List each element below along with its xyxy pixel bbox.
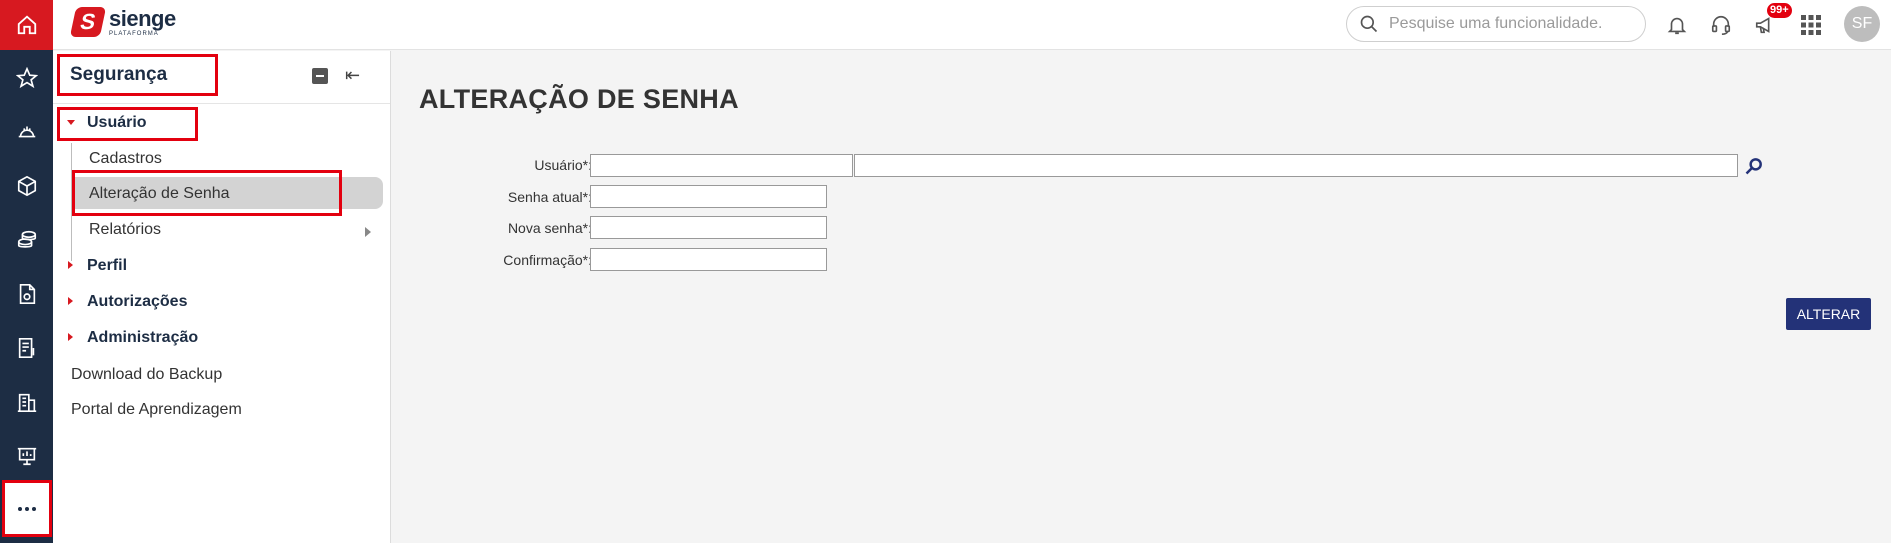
commercial-button[interactable]: [0, 328, 53, 368]
favorites-button[interactable]: [0, 58, 53, 98]
apps-button[interactable]: [1797, 11, 1825, 39]
senha-atual-input[interactable]: [590, 185, 827, 208]
top-bar: S sienge PLATAFORMA 99+ SF: [53, 0, 1891, 50]
page-title: ALTERAÇÃO DE SENHA: [419, 84, 739, 114]
sienge-logo[interactable]: S sienge PLATAFORMA: [69, 5, 176, 37]
building-icon: [17, 393, 36, 412]
menu-item-relatorios[interactable]: Relatórios: [89, 221, 161, 239]
menu-item-alteracao-de-senha[interactable]: Alteração de Senha: [89, 185, 230, 203]
star-icon: [15, 67, 38, 89]
menu-item-download-backup[interactable]: Download do Backup: [71, 366, 222, 384]
menu-item-administracao[interactable]: Administração: [87, 329, 198, 347]
usuario-name-input[interactable]: [854, 154, 1738, 177]
search-icon: [1360, 15, 1378, 33]
engineering-button[interactable]: [0, 112, 53, 152]
menu-item-usuario[interactable]: Usuário: [87, 114, 147, 132]
caret-right-icon: [68, 333, 73, 341]
submenu-arrow-icon: [365, 227, 371, 237]
nova-senha-input[interactable]: [590, 216, 827, 239]
usuario-label: Usuário*:: [534, 157, 592, 173]
invoice-icon: [18, 338, 34, 358]
caret-right-icon: [68, 297, 73, 305]
alterar-button[interactable]: ALTERAR: [1786, 298, 1871, 330]
magnifier-icon: [1745, 158, 1762, 175]
confirmacao-label: Confirmação*:: [503, 252, 592, 268]
notification-badge: 99+: [1767, 3, 1792, 18]
side-menu: Segurança ⇤ Usuário Cadastros Alteração …: [53, 51, 391, 543]
logo-subtitle: PLATAFORMA: [109, 30, 159, 37]
menu-divider: [53, 103, 390, 104]
collapse-all-button[interactable]: [312, 68, 328, 84]
presentation-button[interactable]: [0, 436, 53, 476]
headset-icon: [1711, 15, 1731, 35]
hide-menu-button[interactable]: ⇤: [345, 65, 360, 86]
menu-title: Segurança: [57, 54, 218, 96]
home-button[interactable]: [0, 0, 53, 50]
search-input[interactable]: [1389, 15, 1629, 33]
menu-item-cadastros[interactable]: Cadastros: [89, 150, 162, 168]
logo-name: sienge: [109, 5, 176, 31]
more-icon: [18, 506, 36, 511]
usuario-code-input[interactable]: [590, 154, 853, 177]
caret-down-icon: [67, 120, 75, 125]
presentation-icon: [17, 447, 36, 466]
coins-icon: [17, 230, 36, 248]
box-icon: [17, 175, 36, 197]
confirmacao-input[interactable]: [590, 248, 827, 271]
caret-right-icon: [68, 261, 73, 269]
user-avatar[interactable]: SF: [1844, 6, 1880, 42]
search-box[interactable]: [1346, 6, 1646, 42]
bell-icon: [1667, 17, 1687, 35]
notifications-button[interactable]: [1663, 11, 1691, 39]
apps-grid-icon: [1801, 15, 1821, 35]
nova-senha-label: Nova senha*:: [507, 220, 592, 236]
helmet-icon: [18, 126, 35, 138]
arrow-left-bar-icon: ⇤: [345, 65, 361, 85]
document-icon: [19, 284, 35, 304]
documents-button[interactable]: [0, 274, 53, 314]
support-button[interactable]: [1707, 11, 1735, 39]
main-content: ALTERAÇÃO DE SENHA Usuário*: Senha atual…: [392, 51, 1891, 543]
menu-item-perfil[interactable]: Perfil: [87, 257, 127, 275]
menu-item-portal-aprendizagem[interactable]: Portal de Aprendizagem: [71, 401, 242, 419]
finance-button[interactable]: [0, 220, 53, 260]
icon-rail: [0, 0, 53, 543]
senha-atual-label: Senha atual*:: [507, 189, 592, 205]
menu-item-autorizacoes[interactable]: Autorizações: [87, 293, 187, 311]
more-button[interactable]: [2, 480, 52, 537]
supplies-button[interactable]: [0, 166, 53, 206]
announcements-button[interactable]: 99+: [1751, 3, 1792, 39]
buildings-button[interactable]: [0, 382, 53, 422]
logo-mark: S: [69, 7, 107, 37]
lookup-button[interactable]: [1740, 154, 1768, 178]
home-icon: [17, 15, 36, 35]
